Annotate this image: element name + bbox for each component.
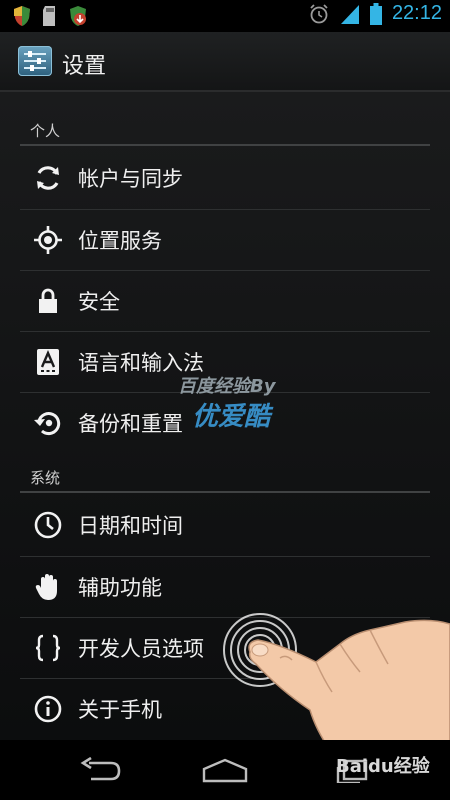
watermark-brand: 优爱酷 xyxy=(192,402,271,432)
alarm-icon xyxy=(310,3,328,23)
shield-icon xyxy=(14,6,30,26)
section-divider xyxy=(20,144,430,146)
settings-item-security[interactable]: 安全 xyxy=(20,271,430,331)
watermark-text: 百度经验By xyxy=(178,376,276,397)
home-icon[interactable] xyxy=(195,754,255,786)
section-header-personal: 个人 xyxy=(30,122,61,140)
clock-time: 22:12 xyxy=(391,2,442,24)
signal-icon xyxy=(340,4,359,24)
backup-reset-icon xyxy=(32,407,64,439)
page-title: 设置 xyxy=(62,54,107,79)
section-header-system: 系统 xyxy=(30,469,61,487)
settings-item-label: 辅助功能 xyxy=(78,576,162,600)
system-status-icons: 22:12 xyxy=(308,2,442,25)
settings-item-label: 备份和重置 xyxy=(78,412,183,436)
sd-card-icon xyxy=(43,6,55,26)
download-shield-icon xyxy=(70,6,86,26)
sync-icon xyxy=(32,162,64,194)
settings-item-location[interactable]: 位置服务 xyxy=(20,210,430,270)
back-icon[interactable] xyxy=(70,754,130,786)
settings-item-label: 开发人员选项 xyxy=(78,637,204,661)
battery-icon xyxy=(369,2,382,25)
settings-item-date-time[interactable]: 日期和时间 xyxy=(20,495,430,555)
location-icon xyxy=(32,224,64,256)
notification-icons xyxy=(12,5,88,27)
hand-icon xyxy=(32,571,64,603)
settings-item-label: 帐户与同步 xyxy=(78,167,183,191)
action-bar: 设置 xyxy=(0,32,450,92)
clock-icon xyxy=(32,509,64,541)
braces-icon xyxy=(32,632,64,664)
settings-item-label: 安全 xyxy=(78,290,120,314)
section-divider xyxy=(20,491,430,493)
info-icon xyxy=(32,693,64,725)
settings-item-label: 关于手机 xyxy=(78,698,162,722)
status-bar: 22:12 xyxy=(0,0,450,32)
settings-item-label: 位置服务 xyxy=(78,229,162,253)
baidu-logo-watermark: Baidu经验 xyxy=(336,756,430,777)
keyboard-language-icon xyxy=(32,346,64,378)
settings-app-icon[interactable] xyxy=(18,46,52,76)
settings-item-label: 日期和时间 xyxy=(78,514,183,538)
lock-icon xyxy=(32,285,64,317)
settings-item-accounts-sync[interactable]: 帐户与同步 xyxy=(20,148,430,208)
